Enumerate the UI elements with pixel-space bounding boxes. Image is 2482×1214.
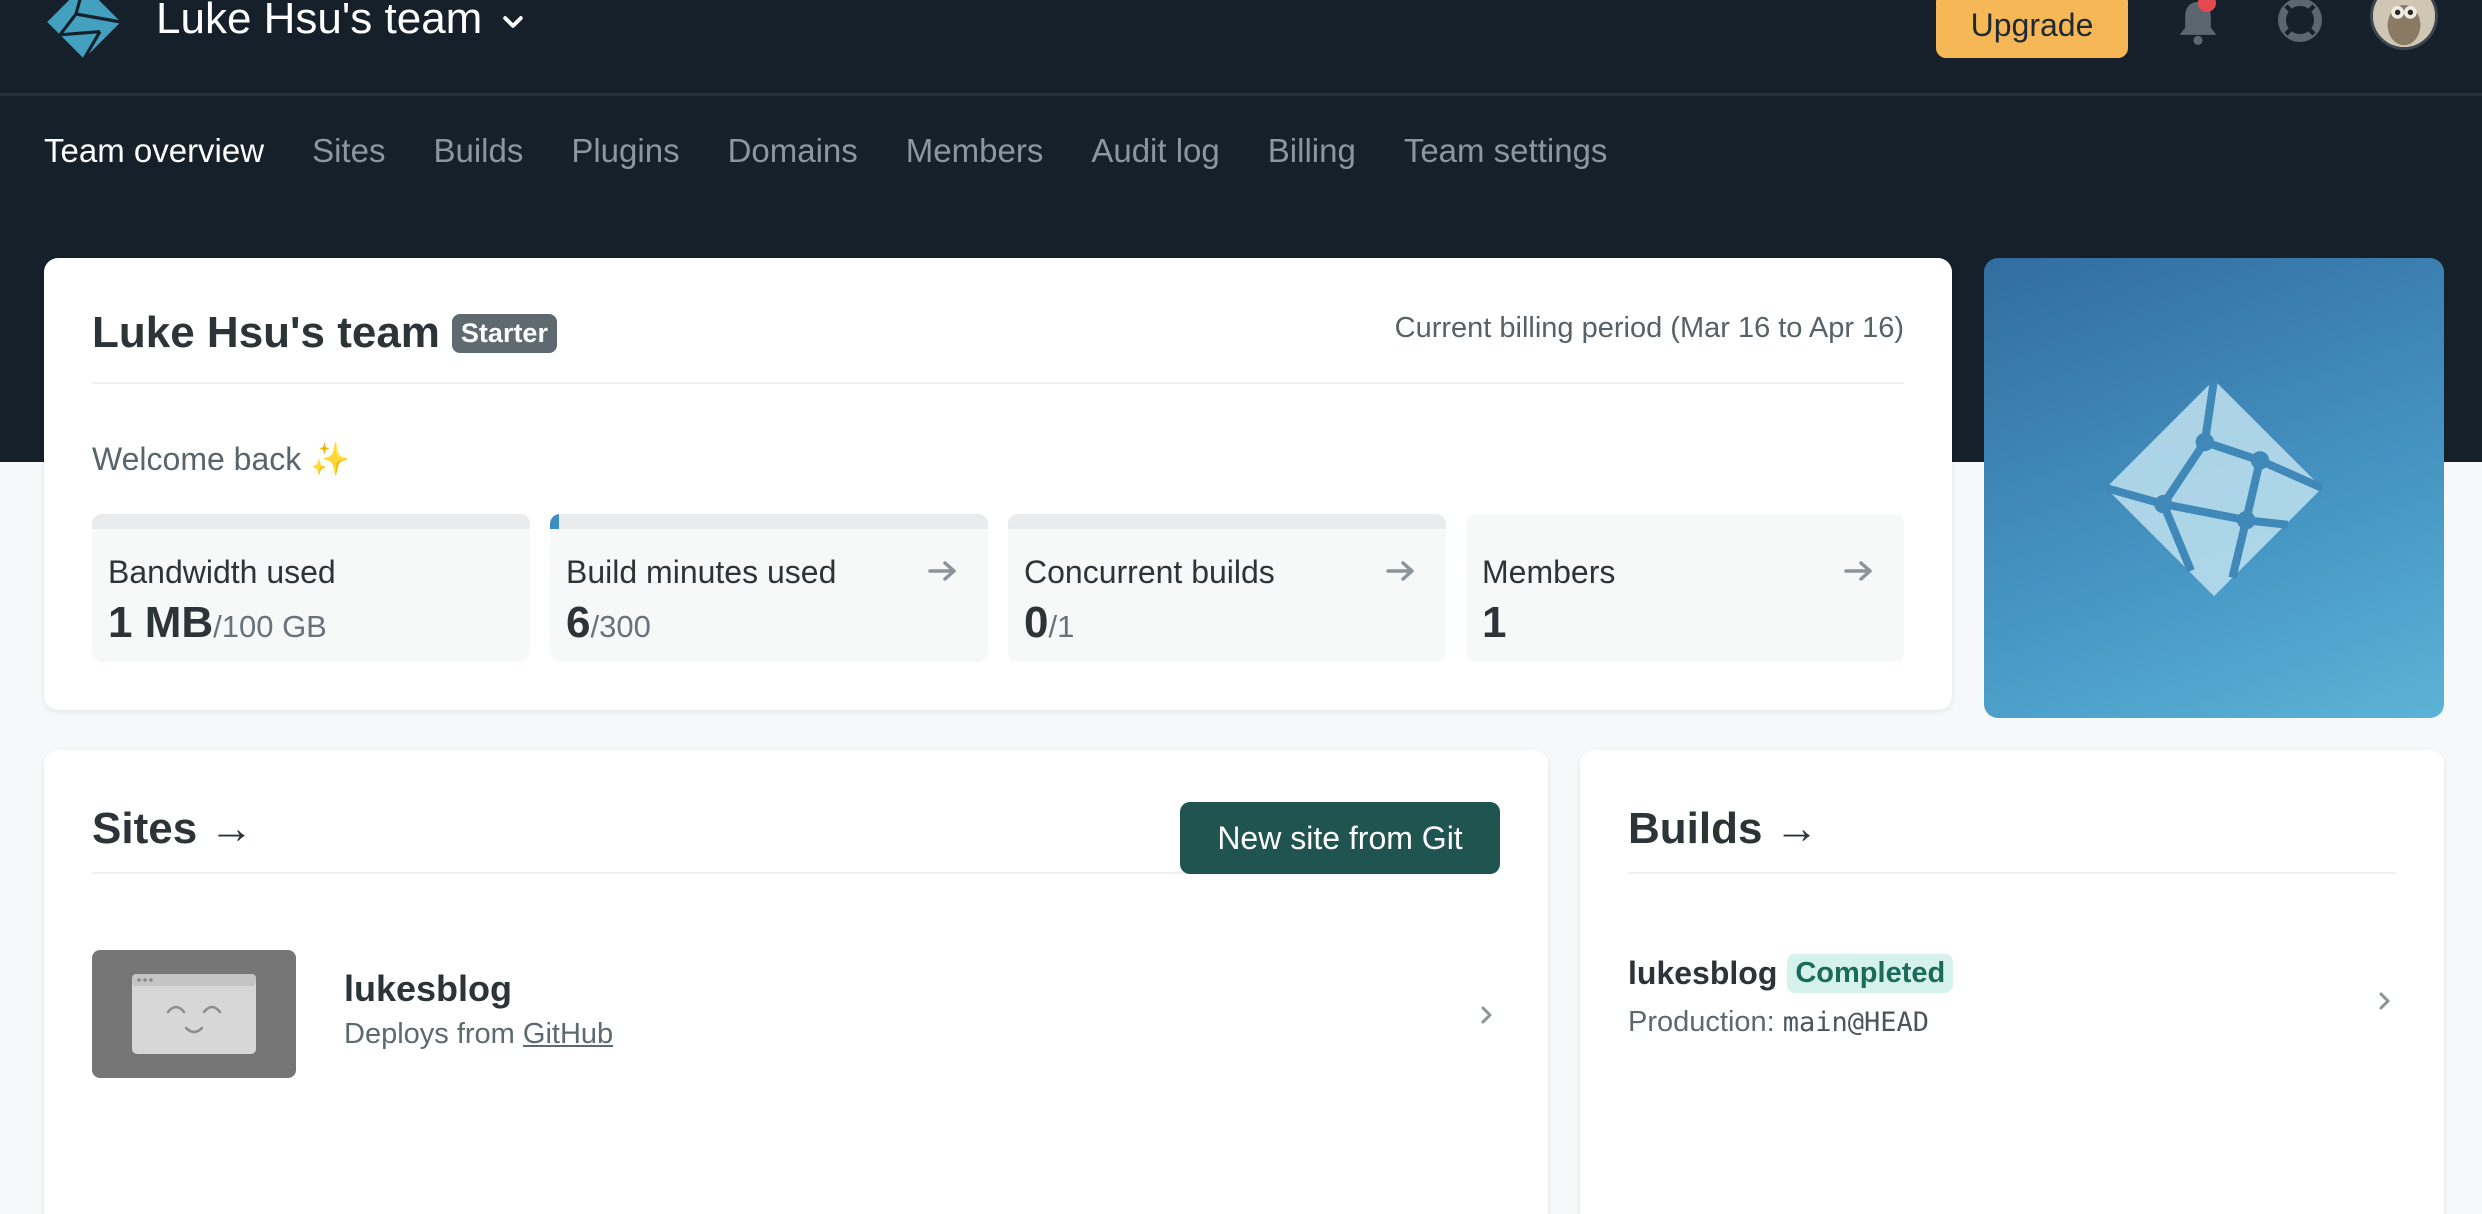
new-site-from-git-button[interactable]: New site from Git (1180, 802, 1500, 874)
divider (92, 382, 1904, 384)
stat-amount: 0 (1024, 598, 1049, 647)
stat-value: 1 MB/100 GB (108, 598, 327, 648)
build-context: Production: main@HEAD (1628, 1006, 1929, 1039)
site-deploy-source: Deploys from GitHub (344, 1018, 613, 1051)
tab-domains[interactable]: Domains (728, 132, 858, 170)
stat-label: Build minutes used (566, 554, 837, 590)
divider (92, 872, 1188, 874)
owl-avatar-icon (2373, 0, 2435, 47)
stat-limit: /100 GB (213, 609, 327, 644)
stat-value: 6/300 (566, 598, 651, 648)
github-link[interactable]: GitHub (523, 1018, 613, 1050)
tab-plugins[interactable]: Plugins (571, 132, 679, 170)
stat-limit: /1 (1048, 609, 1075, 644)
tab-team-overview[interactable]: Team overview (44, 132, 264, 170)
welcome-text: Welcome back (92, 441, 302, 477)
stat-label: Members (1482, 554, 1616, 590)
stat-amount: 1 MB (108, 598, 214, 647)
sites-card: Sites → New site from Git lukesblog Depl… (44, 750, 1548, 1214)
stat-members[interactable]: Members 1 (1466, 514, 1904, 662)
site-placeholder-icon (132, 974, 256, 1054)
stat-amount: 1 (1482, 598, 1507, 647)
arrow-right-icon (928, 561, 956, 581)
plan-badge: Starter (451, 313, 557, 353)
stat-value: 0/1 (1024, 598, 1074, 648)
build-site: lukesblog Completed (1628, 954, 1954, 993)
overview-team-name: Luke Hsu's team (92, 308, 440, 357)
team-overview-card: Luke Hsu's team Starter Current billing … (44, 258, 1952, 710)
usage-bar (550, 514, 988, 529)
deploys-from-label: Deploys from (344, 1018, 515, 1050)
tab-sites[interactable]: Sites (312, 132, 385, 170)
help-lifebuoy-icon[interactable] (2276, 0, 2324, 44)
tab-team-settings[interactable]: Team settings (1404, 132, 1608, 170)
builds-title-link[interactable]: Builds → (1628, 804, 1819, 854)
tab-billing[interactable]: Billing (1268, 132, 1356, 170)
upgrade-button[interactable]: Upgrade (1936, 0, 2128, 58)
usage-bar-fill (550, 514, 559, 529)
build-context-label: Production: (1628, 1006, 1775, 1038)
usage-bar (92, 514, 530, 529)
stat-value: 1 (1482, 598, 1506, 648)
usage-stats: Bandwidth used 1 MB/100 GB Build minutes… (92, 514, 1904, 662)
stat-build-minutes[interactable]: Build minutes used 6/300 (550, 514, 988, 662)
divider (1628, 872, 2396, 874)
arrow-right-icon (1386, 561, 1414, 581)
arrow-right-icon (1844, 561, 1872, 581)
tab-members[interactable]: Members (906, 132, 1044, 170)
top-bar: Luke Hsu's team Upgrade (0, 0, 2482, 96)
overview-title: Luke Hsu's team Starter (92, 308, 557, 358)
status-badge: Completed (1787, 954, 1954, 993)
stat-concurrent-builds[interactable]: Concurrent builds 0/1 (1008, 514, 1446, 662)
sites-title-link[interactable]: Sites → (92, 804, 253, 854)
team-switcher[interactable]: Luke Hsu's team (156, 0, 526, 44)
chevron-right-icon (1481, 1006, 1492, 1024)
chevron-down-icon (503, 16, 524, 28)
chevron-right-icon (2379, 992, 2390, 1010)
stat-limit: /300 (590, 609, 651, 644)
site-name: lukesblog (344, 968, 513, 1009)
tab-audit-log[interactable]: Audit log (1091, 132, 1219, 170)
billing-period: Current billing period (Mar 16 to Apr 16… (1394, 312, 1904, 344)
site-thumbnail (92, 950, 296, 1078)
sparkles-icon: ✨ (310, 441, 350, 477)
user-avatar[interactable] (2370, 0, 2438, 50)
netlify-logo-icon[interactable] (44, 0, 124, 62)
build-ref: main@HEAD (1782, 1007, 1930, 1038)
stat-label: Bandwidth used (108, 554, 336, 590)
usage-bar (1008, 514, 1446, 529)
build-site-name: lukesblog (1628, 955, 1778, 991)
netlify-logo-icon (2104, 379, 2324, 597)
team-nav: Team overview Sites Builds Plugins Domai… (44, 132, 1655, 170)
welcome-message: Welcome back ✨ (92, 440, 350, 478)
promo-panel[interactable] (1984, 258, 2444, 718)
team-name: Luke Hsu's team (156, 0, 483, 43)
stat-bandwidth: Bandwidth used 1 MB/100 GB (92, 514, 530, 662)
tab-builds[interactable]: Builds (433, 132, 523, 170)
stat-label: Concurrent builds (1024, 554, 1275, 590)
stat-amount: 6 (566, 598, 591, 647)
builds-card: Builds → lukesblog Completed Production:… (1580, 750, 2444, 1214)
